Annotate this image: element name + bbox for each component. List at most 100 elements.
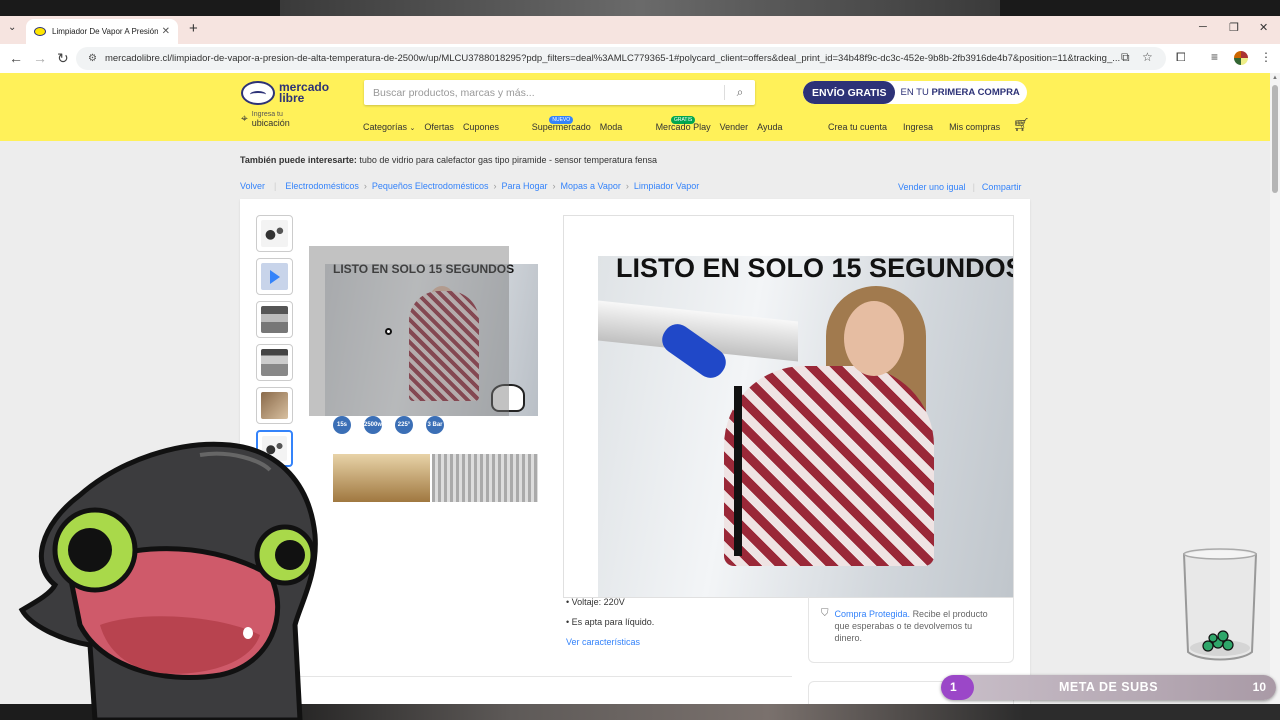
login-link[interactable]: Ingresa	[903, 122, 933, 132]
feature-item: • Voltaje: 220V	[566, 597, 625, 607]
also-interested: También puede interesarte: tubo de vidri…	[240, 155, 657, 165]
profile-avatar[interactable]	[1234, 51, 1248, 65]
protected-purchase-link[interactable]: Compra Protegida.	[835, 609, 911, 619]
close-tab-icon[interactable]: ✕	[162, 26, 170, 37]
breadcrumb-item[interactable]: Mopas a Vapor	[561, 181, 621, 191]
promo-free-shipping: ENVÍO GRATIS	[803, 81, 896, 104]
zoom-lens	[309, 246, 509, 416]
mercadolibre-logo[interactable]: mercado libre	[241, 81, 329, 105]
search-box: ⌕	[364, 80, 755, 105]
mercadolibre-favicon-icon	[34, 27, 46, 36]
also-interested-text[interactable]: tubo de vidrio para calefactor gas tipo …	[359, 155, 657, 165]
thumbnail[interactable]	[256, 344, 293, 381]
address-bar[interactable]: ⚙ mercadolibre.cl/limpiador-de-vapor-a-p…	[76, 47, 1166, 70]
site-info-icon[interactable]: ⚙	[88, 53, 97, 64]
feature-list: • Voltaje: 220V • Es apta para líquido. …	[566, 597, 654, 657]
nav-ofertas[interactable]: Ofertas	[424, 122, 454, 132]
subscriber-goal-bar: 1 META DE SUBS 10	[941, 675, 1276, 700]
bookmark-star-icon[interactable]: ☆	[1142, 50, 1153, 64]
shield-icon: ⛉	[821, 608, 829, 619]
scrollbar[interactable]: ▲	[1270, 73, 1280, 720]
account-links: Crea tu cuenta Ingresa Mis compras	[828, 122, 1000, 132]
nav-categorias[interactable]: Categorías ⌄	[363, 122, 415, 132]
stream-top-strip	[0, 0, 1280, 16]
breadcrumb-actions: Vender uno igual | Compartir	[898, 182, 1022, 192]
my-purchases-link[interactable]: Mis compras	[949, 122, 1000, 132]
nav-ayuda[interactable]: Ayuda	[757, 122, 782, 132]
location-selector[interactable]: ⌖ Ingresa tu ubicación	[241, 111, 290, 128]
tab-title: Limpiador De Vapor A Presión D	[52, 27, 158, 36]
purchase-protection: ⛉ Compra Protegida. Recibe el producto q…	[808, 597, 1014, 663]
video-thumbnail[interactable]	[256, 258, 293, 295]
url-text: mercadolibre.cl/limpiador-de-vapor-a-pre…	[104, 53, 1121, 64]
minimize-icon[interactable]: ─	[1199, 21, 1207, 33]
breadcrumb-item[interactable]: Limpiador Vapor	[634, 181, 699, 191]
chevron-right-icon: ›	[493, 181, 497, 191]
tab-search-icon[interactable]: ⌄	[8, 22, 16, 33]
promo-first-purchase: EN TU PRIMERA COMPRA	[900, 87, 1020, 98]
translate-icon[interactable]: ⧉	[1121, 50, 1130, 65]
nav-supermercado[interactable]: NUEVOSupermercado	[508, 116, 591, 132]
location-pin-icon: ⌖	[241, 111, 248, 125]
spec-icon: 3 Bar	[426, 416, 444, 434]
breadcrumb: Volver | Electrodomésticos › Pequeños El…	[240, 181, 700, 191]
search-input[interactable]	[364, 80, 724, 105]
back-link[interactable]: Volver	[240, 181, 265, 191]
logo-line2: libre	[279, 91, 305, 105]
sub-goal-jar	[1182, 548, 1258, 661]
browser-tab[interactable]: Limpiador De Vapor A Presión D ✕	[26, 19, 178, 44]
location-line2: ubicación	[251, 118, 290, 128]
back-icon[interactable]: ←	[9, 50, 23, 66]
new-tab-icon[interactable]: +	[189, 20, 198, 37]
forward-icon[interactable]: →	[33, 50, 47, 66]
spec-icon: 2500w	[364, 416, 382, 434]
also-interested-label: También puede interesarte:	[240, 155, 357, 165]
maximize-icon[interactable]: ❐	[1229, 21, 1239, 34]
nav-mercado-play[interactable]: GRATISMercado Play	[631, 116, 711, 132]
reload-icon[interactable]: ↻	[57, 50, 69, 67]
goal-target: 10	[1252, 680, 1266, 694]
frog-mascot-overlay	[18, 441, 318, 720]
feature-item: • Es apta para líquido.	[566, 617, 655, 627]
sell-same-link[interactable]: Vender uno igual	[898, 182, 966, 192]
browser-toolbar: ← → ↻ ⚙ mercadolibre.cl/limpiador-de-vap…	[0, 44, 1280, 73]
thumbnail[interactable]	[256, 215, 293, 252]
extensions-icon[interactable]: ⧠	[1176, 50, 1186, 65]
chevron-right-icon: ›	[363, 181, 367, 191]
nav-vender[interactable]: Vender	[720, 122, 749, 132]
divider	[256, 676, 792, 677]
zoom-preview: LISTO EN SOLO 15 SEGUNDOS	[563, 215, 1014, 598]
thumbnail[interactable]	[256, 301, 293, 338]
media-controls-icon[interactable]: ≡	[1211, 50, 1218, 64]
browser-tab-bar: ⌄ Limpiador De Vapor A Presión D ✕ + ─ ❐…	[0, 16, 1280, 44]
handshake-icon	[241, 81, 275, 105]
nav-moda[interactable]: Moda	[600, 122, 623, 132]
scroll-up-icon[interactable]: ▲	[1272, 75, 1278, 81]
breadcrumb-item[interactable]: Pequeños Electrodomésticos	[372, 181, 489, 191]
browser-menu-icon[interactable]: ⋮	[1260, 50, 1272, 64]
close-window-icon[interactable]: ✕	[1259, 21, 1268, 34]
create-account-link[interactable]: Crea tu cuenta	[828, 122, 887, 132]
spec-icons: 15s 2500w 225° 3 Bar	[333, 416, 444, 434]
share-link[interactable]: Compartir	[982, 182, 1022, 192]
chevron-right-icon: ›	[552, 181, 556, 191]
breadcrumb-item[interactable]: Para Hogar	[501, 181, 547, 191]
play-icon	[270, 270, 280, 284]
spec-icon: 225°	[395, 416, 413, 434]
zoom-heading: LISTO EN SOLO 15 SEGUNDOS	[616, 253, 1014, 283]
location-line1: Ingresa tu	[251, 111, 283, 118]
scrollbar-thumb[interactable]	[1272, 85, 1278, 193]
goal-label: META DE SUBS	[1058, 680, 1159, 694]
breadcrumb-item[interactable]: Electrodomésticos	[285, 181, 359, 191]
thumbnail[interactable]	[256, 387, 293, 424]
main-nav: Categorías ⌄ Ofertas Cupones NUEVOSuperm…	[363, 116, 782, 132]
main-product-image[interactable]: LISTO EN SOLO 15 SEGUNDOS 15s 2500w 225°…	[309, 246, 538, 503]
see-features-link[interactable]: Ver características	[566, 637, 654, 647]
mouse-cursor	[385, 328, 392, 335]
cart-icon[interactable]: 🛒︎	[1013, 117, 1030, 133]
search-icon[interactable]: ⌕	[725, 85, 755, 100]
free-shipping-banner[interactable]: ENVÍO GRATIS EN TU PRIMERA COMPRA	[803, 81, 1027, 104]
chevron-right-icon: ›	[625, 181, 629, 191]
nav-cupones[interactable]: Cupones	[463, 122, 499, 132]
site-header: mercado libre ⌕ ENVÍO GRATIS EN TU PRIME…	[0, 73, 1280, 141]
